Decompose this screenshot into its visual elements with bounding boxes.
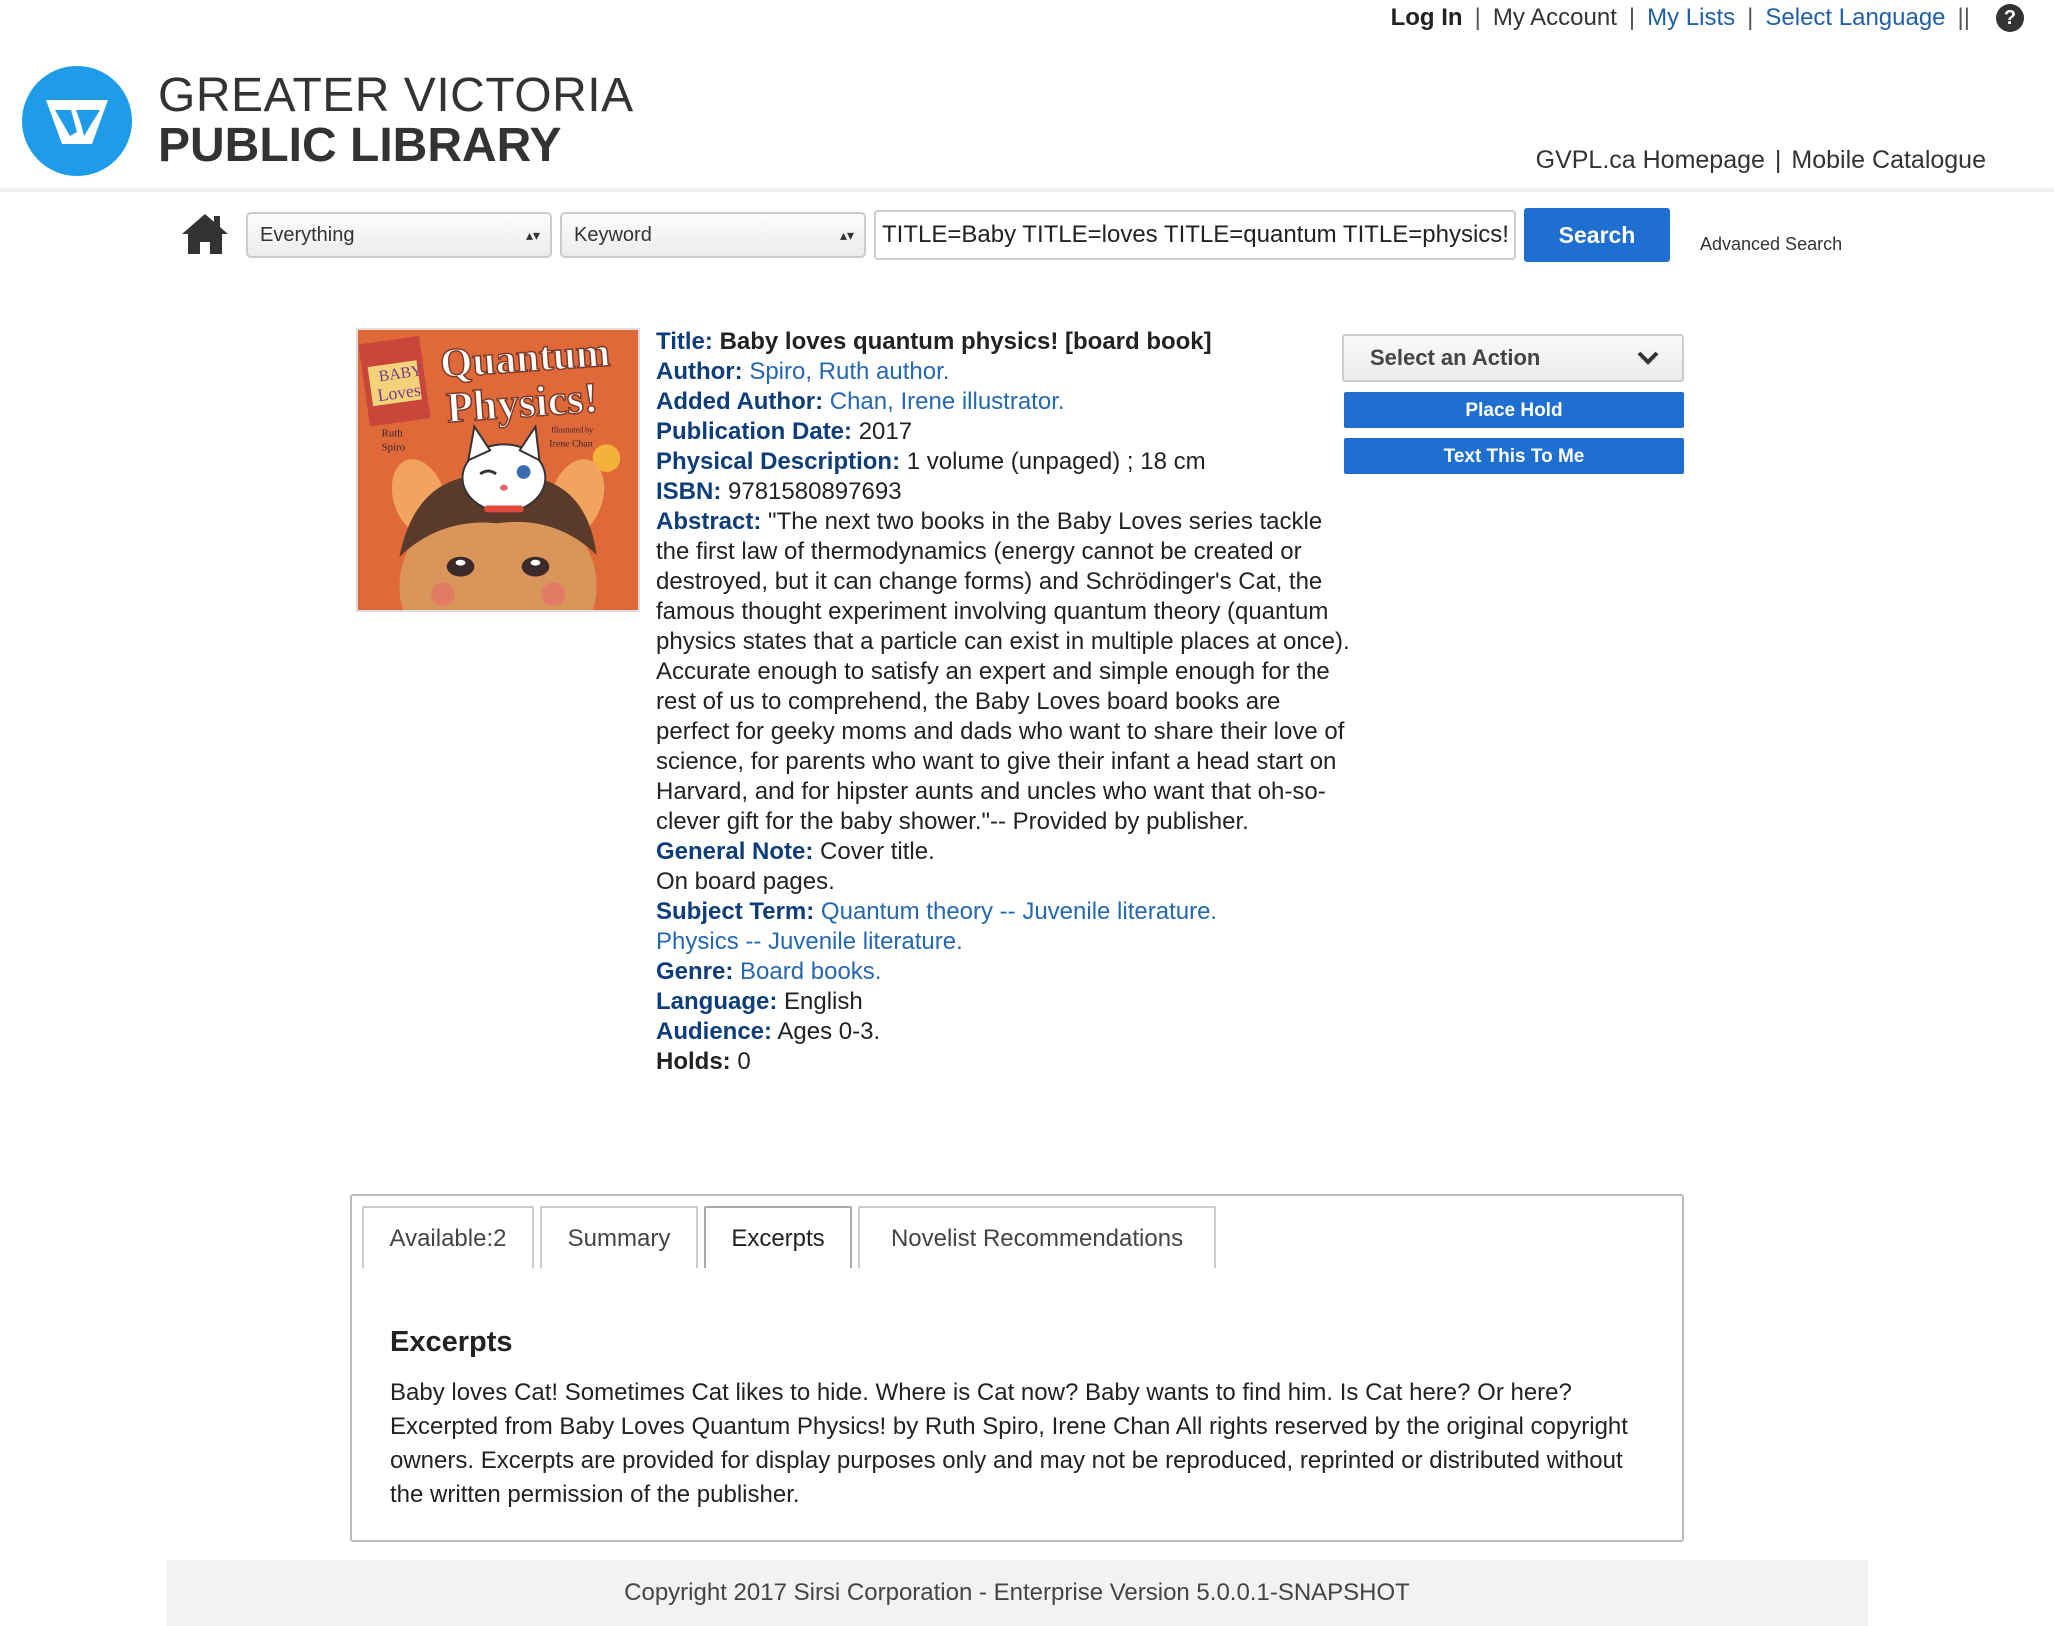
genre-link[interactable]: Board books. bbox=[740, 958, 881, 985]
author-link[interactable]: Spiro, Ruth author. bbox=[749, 358, 949, 385]
genre-field: Genre: Board books. bbox=[656, 957, 1356, 987]
subject-term-field-2: Physics -- Juvenile literature. bbox=[656, 927, 1356, 957]
select-language-link[interactable]: Select Language bbox=[1765, 4, 1945, 32]
language-field: Language: English bbox=[656, 987, 1356, 1017]
excerpts-text: Baby loves Cat! Sometimes Cat likes to h… bbox=[390, 1379, 1628, 1508]
search-scope-select[interactable]: Everything ▴▾ bbox=[246, 212, 552, 258]
general-note-field-2: On board pages. bbox=[656, 867, 1356, 897]
genre-label: Genre: bbox=[656, 958, 734, 985]
select-arrows-icon: ▴▾ bbox=[525, 227, 540, 243]
abstract-label: Abstract: bbox=[656, 508, 762, 535]
place-hold-button[interactable]: Place Hold bbox=[1344, 392, 1684, 428]
separator: | bbox=[1774, 146, 1782, 174]
language-value: English bbox=[784, 988, 863, 1015]
library-logo[interactable]: GREATER VICTORIA PUBLIC LIBRARY bbox=[22, 66, 634, 176]
audience-value: Ages 0-3. bbox=[777, 1018, 881, 1045]
footer: Copyright 2017 Sirsi Corporation - Enter… bbox=[166, 1560, 1868, 1626]
gvpl-homepage-link[interactable]: GVPL.ca Homepage bbox=[1536, 146, 1765, 174]
select-action-dropdown[interactable]: Select an Action bbox=[1342, 334, 1684, 382]
subject-term-field: Subject Term: Quantum theory -- Juvenile… bbox=[656, 897, 1356, 927]
abstract-value: "The next two books in the Baby Loves se… bbox=[656, 508, 1350, 835]
cover-author-last: Spiro bbox=[382, 441, 405, 453]
tab-novelist-recommendations[interactable]: Novelist Recommendations bbox=[858, 1206, 1216, 1268]
added-author-field: Added Author: Chan, Irene illustrator. bbox=[656, 387, 1356, 417]
isbn-label: ISBN: bbox=[656, 478, 722, 505]
audience-label: Audience: bbox=[656, 1018, 773, 1045]
audience-field: Audience: Ages 0-3. bbox=[656, 1017, 1356, 1047]
utility-bar: Log In | My Account | My Lists | Select … bbox=[1391, 4, 2024, 32]
select-arrows-icon: ▴▾ bbox=[839, 227, 854, 243]
publication-date-value: 2017 bbox=[858, 418, 913, 445]
isbn-value: 9781580897693 bbox=[728, 478, 902, 505]
general-note-value: Cover title. bbox=[820, 838, 935, 865]
tab-available[interactable]: Available:2 bbox=[362, 1206, 534, 1268]
abstract-field: Abstract: "The next two books in the Bab… bbox=[656, 507, 1356, 837]
select-action-label: Select an Action bbox=[1370, 345, 1541, 370]
publication-date-label: Publication Date: bbox=[656, 418, 853, 445]
library-name-line2: PUBLIC LIBRARY bbox=[158, 119, 562, 172]
excerpts-heading: Excerpts bbox=[390, 1326, 513, 1358]
cover-illustrator: Irene Chan bbox=[549, 438, 593, 449]
cover-illustrated-by: Illustrated by bbox=[551, 426, 593, 435]
book-cover-image: BABY Loves Quantum Physics! Ruth Spiro I… bbox=[356, 328, 640, 612]
search-input[interactable] bbox=[874, 210, 1516, 260]
chevron-down-icon bbox=[1637, 351, 1659, 365]
tab-summary[interactable]: Summary bbox=[540, 1206, 698, 1268]
advanced-search-link[interactable]: Advanced Search bbox=[1700, 234, 1842, 255]
isbn-field: ISBN: 9781580897693 bbox=[656, 477, 1356, 507]
record-details: Title: Baby loves quantum physics! [boar… bbox=[656, 327, 1356, 1077]
site-links: GVPL.ca Homepage | Mobile Catalogue bbox=[1536, 146, 1986, 175]
my-lists-link[interactable]: My Lists bbox=[1647, 4, 1735, 32]
general-note-field: General Note: Cover title. bbox=[656, 837, 1356, 867]
added-author-link[interactable]: Chan, Irene illustrator. bbox=[830, 388, 1065, 415]
added-author-label: Added Author: bbox=[656, 388, 824, 415]
holds-value: 0 bbox=[737, 1048, 751, 1075]
text-this-to-me-button[interactable]: Text This To Me bbox=[1344, 438, 1684, 474]
cover-author-first: Ruth bbox=[382, 427, 404, 439]
search-type-value: Keyword bbox=[574, 224, 652, 246]
library-logo-icon bbox=[22, 66, 132, 176]
separator: | bbox=[1628, 4, 1636, 31]
search-scope-value: Everything bbox=[260, 224, 355, 246]
record-tabs-panel: Available:2 Summary Excerpts Novelist Re… bbox=[350, 1194, 1684, 1542]
copyright-text: Copyright 2017 Sirsi Corporation - Enter… bbox=[624, 1579, 1410, 1606]
author-label: Author: bbox=[656, 358, 743, 385]
publication-date-field: Publication Date: 2017 bbox=[656, 417, 1356, 447]
title-label: Title: bbox=[656, 328, 713, 355]
subject-term-link-2[interactable]: Physics -- Juvenile literature. bbox=[656, 928, 963, 955]
login-link[interactable]: Log In bbox=[1391, 4, 1463, 32]
author-field: Author: Spiro, Ruth author. bbox=[656, 357, 1356, 387]
library-name-line1: GREATER VICTORIA bbox=[158, 69, 634, 122]
separator: || bbox=[1957, 4, 1970, 31]
subject-term-link[interactable]: Quantum theory -- Juvenile literature. bbox=[821, 898, 1217, 925]
tab-excerpts[interactable]: Excerpts bbox=[704, 1206, 852, 1268]
header-divider bbox=[0, 188, 2054, 192]
general-note-value-2: On board pages. bbox=[656, 868, 835, 895]
separator: | bbox=[1747, 4, 1754, 31]
holds-label: Holds: bbox=[656, 1048, 731, 1075]
my-account-link[interactable]: My Account bbox=[1493, 4, 1617, 32]
search-button[interactable]: Search bbox=[1524, 208, 1670, 262]
title-field: Title: Baby loves quantum physics! [boar… bbox=[656, 327, 1356, 357]
search-type-select[interactable]: Keyword ▴▾ bbox=[560, 212, 866, 258]
general-note-label: General Note: bbox=[656, 838, 814, 865]
help-icon[interactable]: ? bbox=[1996, 4, 2024, 32]
mobile-catalogue-link[interactable]: Mobile Catalogue bbox=[1791, 146, 1986, 174]
physical-description-field: Physical Description: 1 volume (unpaged)… bbox=[656, 447, 1356, 477]
physical-description-label: Physical Description: bbox=[656, 448, 901, 475]
library-name: GREATER VICTORIA PUBLIC LIBRARY bbox=[158, 72, 634, 170]
search-bar: Everything ▴▾ Keyword ▴▾ Search Advanced… bbox=[180, 204, 1880, 262]
subject-term-label: Subject Term: bbox=[656, 898, 815, 925]
physical-description-value: 1 volume (unpaged) ; 18 cm bbox=[906, 448, 1206, 475]
separator: | bbox=[1474, 4, 1481, 31]
language-label: Language: bbox=[656, 988, 778, 1015]
home-icon[interactable] bbox=[180, 212, 230, 256]
title-value: Baby loves quantum physics! [board book] bbox=[719, 328, 1212, 355]
holds-field: Holds: 0 bbox=[656, 1047, 1356, 1077]
